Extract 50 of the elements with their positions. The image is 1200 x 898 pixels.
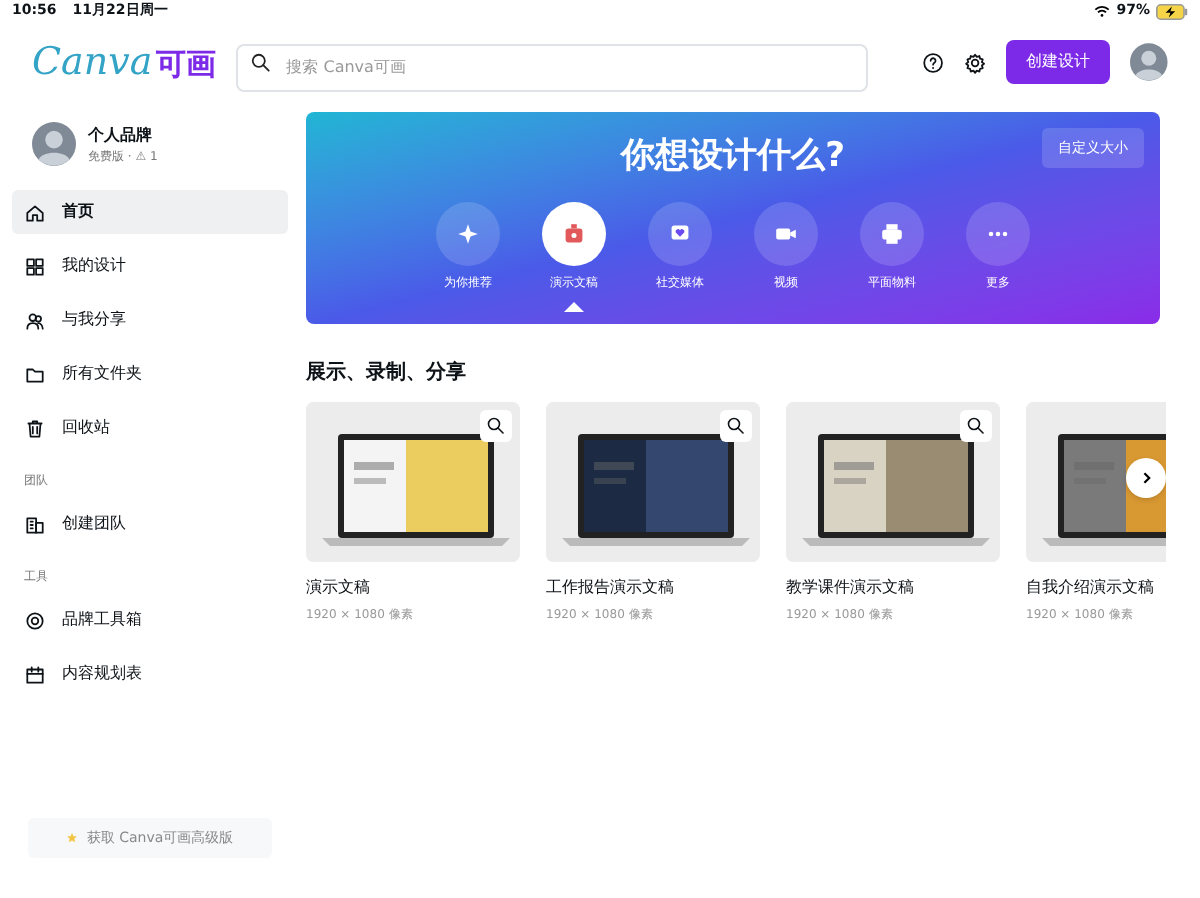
people-icon	[24, 309, 46, 331]
create-design-button[interactable]: 创建设计	[1006, 40, 1111, 84]
grid-icon	[24, 255, 46, 277]
sidebar-item[interactable]: 品牌工具箱	[12, 598, 288, 642]
sidebar-item[interactable]: 所有文件夹	[12, 352, 288, 396]
card-title: 教学课件演示文稿	[786, 576, 916, 600]
wifi-icon	[1094, 4, 1111, 18]
search-icon	[250, 51, 273, 73]
presentation-icon	[560, 219, 588, 247]
building-icon	[24, 513, 46, 535]
trash-icon	[24, 417, 46, 439]
folder-icon	[24, 363, 46, 385]
search-icon	[486, 416, 506, 436]
card-title: 演示文稿	[306, 576, 372, 600]
home-icon	[24, 201, 46, 223]
logo-chinese: 可画	[156, 43, 217, 86]
star-icon	[66, 832, 79, 844]
chevron-right-icon	[1138, 470, 1154, 486]
section-title: 展示、录制、分享	[306, 358, 468, 388]
preview-button[interactable]	[960, 410, 992, 442]
avatar[interactable]	[1130, 40, 1168, 84]
category-button[interactable]	[648, 201, 712, 265]
category-button[interactable]	[860, 201, 924, 265]
banner-title: 你想设计什么?	[621, 134, 845, 180]
category-button[interactable]	[754, 201, 818, 265]
avatar	[32, 122, 76, 166]
sidebar-item[interactable]: 与我分享	[12, 298, 288, 342]
category-button[interactable]	[542, 201, 606, 265]
logo-wordmark: Canva	[32, 37, 153, 88]
card-title: 自我介绍演示文稿	[1026, 576, 1156, 600]
sidebar-item[interactable]: 内容规划表	[12, 652, 288, 696]
sidebar-item[interactable]: 首页	[12, 190, 288, 234]
card-title: 工作报告演示文稿	[546, 576, 676, 600]
calendar-icon	[24, 663, 46, 685]
help-icon[interactable]	[922, 49, 945, 75]
preview-button[interactable]	[720, 410, 752, 442]
sidebar-item[interactable]: 我的设计	[12, 244, 288, 288]
sidebar-item[interactable]: 回收站	[12, 406, 288, 450]
pointer-icon	[564, 301, 584, 311]
badge-icon	[24, 609, 46, 631]
preview-button[interactable]	[480, 410, 512, 442]
search-icon	[726, 416, 746, 436]
printer-icon	[878, 219, 906, 247]
search-field[interactable]: 搜索 Canva可画	[236, 43, 869, 91]
battery-icon	[1156, 3, 1188, 19]
category-button[interactable]	[436, 201, 500, 265]
settings-icon[interactable]	[964, 49, 987, 75]
search-icon	[966, 416, 986, 436]
sidebar-item[interactable]: 创建团队	[12, 502, 288, 546]
profile-name: 个人品牌	[88, 123, 154, 147]
